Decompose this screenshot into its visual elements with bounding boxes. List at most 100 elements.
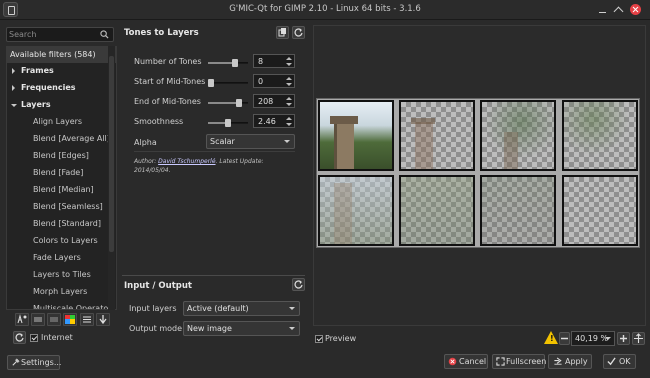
slider-handle[interactable] [232,59,238,67]
settings-icon [12,358,20,366]
copy-command-button[interactable] [276,26,289,39]
slider-handle[interactable] [208,79,214,87]
filter-item[interactable]: Blend [Median] [7,182,116,199]
update-filters-button[interactable] [13,331,26,344]
spin-down-icon[interactable] [286,103,292,106]
fullscreen-icon [496,357,505,366]
category-layers[interactable]: Layers [7,97,116,114]
zoom-select[interactable]: 40,19 % [571,331,615,346]
cancel-icon [448,357,457,366]
zoom-in-button[interactable] [617,332,630,345]
spinbox-value: 208 [258,97,274,106]
spin-up-icon[interactable] [286,77,292,80]
search-icon[interactable] [100,30,109,39]
preview-label: Preview [325,334,357,343]
expand-collapse-button[interactable] [96,313,110,326]
layer-tile-6 [399,175,475,246]
spinbox-value: 0 [258,77,264,86]
spinbox-number-of-tones[interactable]: 8 [253,54,295,68]
layer-tile-1 [318,100,394,171]
spin-down-icon[interactable] [286,63,292,66]
apply-icon [554,357,562,365]
zoom-out-button[interactable] [559,332,570,345]
internet-checkbox[interactable] [30,334,38,342]
filter-item[interactable]: Multiscale Operator [7,301,116,309]
input-layers-select[interactable]: Active (default) [183,301,300,316]
color-icons-button[interactable] [63,313,77,326]
preview-image[interactable] [316,98,640,248]
spin-down-icon[interactable] [286,123,292,126]
search-box[interactable] [6,27,114,42]
filter-item[interactable]: Blend [Average All] [7,131,116,148]
tower-roof [330,116,358,124]
alpha-select[interactable]: Scalar [206,134,295,149]
io-reset-button[interactable] [292,278,305,291]
tile-photo [564,102,636,169]
window-title: G'MIC-Qt for GIMP 2.10 - Linux 64 bits -… [229,4,421,14]
filter-list-scrollbar[interactable] [108,46,115,310]
spinbox-value: 2.46 [258,117,276,126]
spinbox-end-mid-tones[interactable]: 208 [253,94,295,108]
cancel-button[interactable]: Cancel [444,354,488,369]
spin-up-icon[interactable] [286,117,292,120]
wooden-tower [334,183,352,244]
category-frames[interactable]: Frames [7,63,116,80]
spin-up-icon[interactable] [286,57,292,60]
tile-photo [320,102,392,169]
spinbox-value: 8 [258,57,264,66]
filter-item[interactable]: Align Layers [7,114,116,131]
slider-end-mid-tones[interactable] [208,99,248,107]
filter-credits: Author: David Tschumperlé. Latest Update… [134,157,304,175]
filter-item[interactable]: Blend [Seamless] [7,199,116,216]
settings-button[interactable]: Settings... [7,355,61,370]
apply-button[interactable]: Apply [548,354,592,369]
panel-splitter[interactable] [122,275,305,276]
chevron-down-icon [289,327,295,330]
scrollbar-thumb[interactable] [109,56,114,252]
filter-item[interactable]: Morph Layers [7,284,116,301]
collapse-arrow-icon[interactable] [11,104,17,107]
output-mode-select[interactable]: New image [183,321,300,336]
spin-up-icon[interactable] [286,97,292,100]
ok-button[interactable]: OK [603,354,636,369]
search-input[interactable] [9,29,97,40]
tile-photo [482,177,554,244]
reset-parameters-button[interactable] [292,26,305,39]
category-frequencies[interactable]: Frequencies [7,80,116,97]
filter-item[interactable]: Colors to Layers [7,233,116,250]
close-button[interactable] [630,4,641,15]
slider-handle[interactable] [225,119,231,127]
expand-arrow-icon[interactable] [12,68,15,74]
spinbox-start-mid-tones[interactable]: 0 [253,74,295,88]
minimize-button[interactable] [597,4,608,15]
favorite-remove-button[interactable] [47,313,61,326]
slider-smoothness[interactable] [208,119,248,127]
filter-visibility-button[interactable] [80,313,94,326]
slider-number-of-tones[interactable] [208,59,248,67]
filter-tree-header: Available filters (584) [7,47,116,63]
title-bar: G'MIC-Qt for GIMP 2.10 - Linux 64 bits -… [0,0,650,20]
filter-item[interactable]: Fade Layers [7,250,116,267]
filter-item[interactable]: Layers to Tiles [7,267,116,284]
filter-item[interactable]: Blend [Standard] [7,216,116,233]
param-label-alpha: Alpha [134,138,157,147]
zoom-reset-button[interactable] [632,332,645,345]
slider-start-mid-tones[interactable] [208,79,248,87]
slider-handle[interactable] [236,99,242,107]
author-link[interactable]: David Tschumperlé [158,158,215,165]
param-label-smoothness: Smoothness [134,117,184,126]
fullscreen-button[interactable]: Fullscreen [492,354,546,369]
filter-tree[interactable]: Available filters (584) Frames Frequenci… [6,46,117,310]
spinbox-smoothness[interactable]: 2.46 [253,114,295,128]
list-icon [83,316,91,323]
filter-item[interactable]: Blend [Fade] [7,165,116,182]
reset-icon [294,28,303,37]
spin-down-icon[interactable] [286,83,292,86]
expand-arrow-icon[interactable] [12,85,15,91]
output-mode-value: New image [187,324,232,333]
filter-item[interactable]: Blend [Edges] [7,148,116,165]
preview-checkbox[interactable] [315,335,323,343]
favorite-rename-button[interactable] [31,313,45,326]
maximize-button[interactable] [613,4,624,15]
favorite-add-button[interactable] [15,313,29,326]
